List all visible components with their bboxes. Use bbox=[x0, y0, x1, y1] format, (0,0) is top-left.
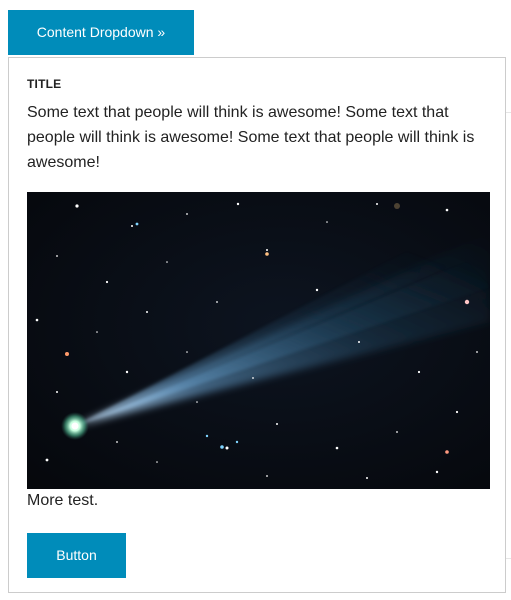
dropdown-more-text: More test. bbox=[27, 492, 99, 509]
content-dropdown-panel: TITLE Some text that people will think i… bbox=[8, 57, 506, 593]
dropdown-title: TITLE bbox=[27, 77, 62, 91]
dropdown-body-text: Some text that people will think is awes… bbox=[27, 104, 475, 171]
background-divider bbox=[506, 558, 511, 559]
background-divider bbox=[506, 112, 511, 113]
dropdown-action-button[interactable]: Button bbox=[27, 533, 126, 578]
page: Content Dropdown » TITLE Some text that … bbox=[0, 0, 511, 600]
content-dropdown-button[interactable]: Content Dropdown » bbox=[8, 10, 194, 55]
comet-image bbox=[27, 192, 490, 489]
